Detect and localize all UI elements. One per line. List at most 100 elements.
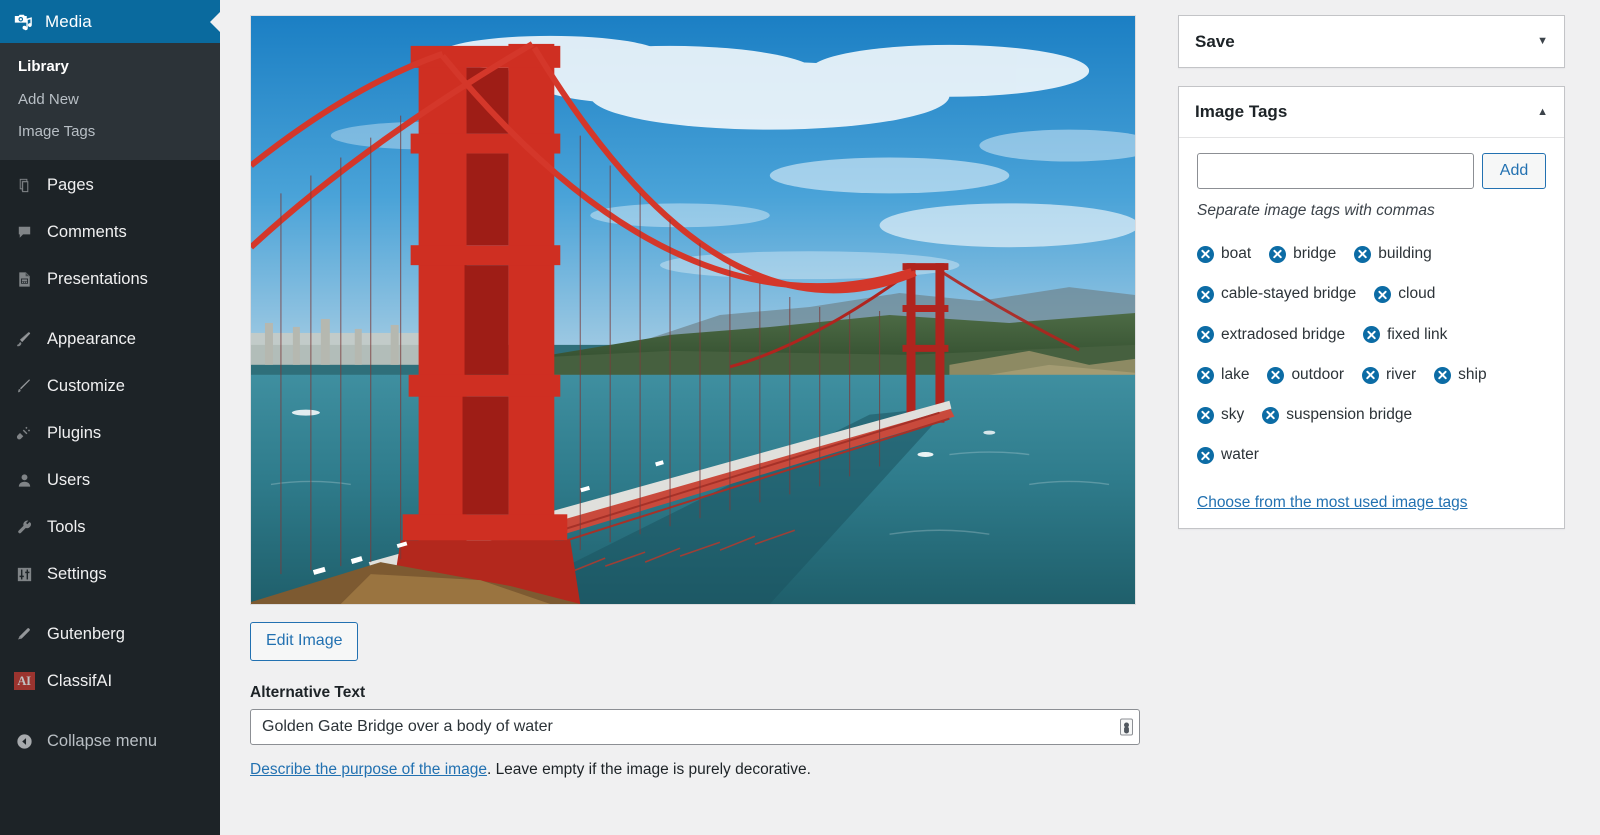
tag-item[interactable]: fixed link xyxy=(1363,315,1447,355)
chevron-down-icon[interactable]: ▼ xyxy=(1537,36,1548,47)
sidebar-header-media[interactable]: Media xyxy=(0,0,221,43)
tag-list: boat bridge building cable-stayed bridge clo… xyxy=(1197,234,1546,476)
remove-tag-icon[interactable] xyxy=(1374,285,1392,303)
sidebar-item-users[interactable]: Users xyxy=(0,457,220,504)
tag-label: bridge xyxy=(1293,245,1337,262)
sidebar-item-plugins[interactable]: Plugins xyxy=(0,410,220,457)
alternative-text-help-rest: . Leave empty if the image is purely dec… xyxy=(486,760,811,778)
tag-item[interactable]: bridge xyxy=(1269,234,1336,274)
save-panel-title: Save xyxy=(1195,31,1235,51)
tag-item[interactable]: river xyxy=(1362,355,1416,395)
sidebar-item-image-tags[interactable]: Image Tags xyxy=(0,116,220,149)
pencil-icon xyxy=(12,622,36,646)
tag-label: sky xyxy=(1221,406,1245,424)
collapse-left-arrow-icon xyxy=(12,729,36,753)
tag-item[interactable]: extradosed bridge xyxy=(1197,315,1345,355)
save-panel-header[interactable]: Save ▼ xyxy=(1179,16,1564,67)
presentation-document-icon xyxy=(12,267,36,291)
sidebar-item-label: Comments xyxy=(47,222,127,241)
image-tags-panel-title: Image Tags xyxy=(1195,102,1288,121)
tag-label: river xyxy=(1386,365,1417,383)
tag-item[interactable]: cloud xyxy=(1374,274,1435,314)
edit-image-button[interactable]: Edit Image xyxy=(250,622,359,661)
comment-bubble-icon xyxy=(12,220,36,244)
main-content: Edit Image Alternative Text Describe the… xyxy=(220,0,1600,835)
tag-label: cable-stayed bridge xyxy=(1221,285,1357,303)
sidebar-item-label: Plugins xyxy=(47,423,102,442)
remove-tag-icon[interactable] xyxy=(1434,366,1452,384)
choose-most-used-tags-link[interactable]: Choose from the most used image tags xyxy=(1197,494,1468,512)
sidebar-item-label: Customize xyxy=(47,376,125,395)
tag-item[interactable]: lake xyxy=(1197,355,1249,395)
collapse-menu-button[interactable]: Collapse menu xyxy=(0,718,220,765)
tag-label: lake xyxy=(1221,365,1250,383)
sidebar-item-settings[interactable]: Settings xyxy=(0,551,220,598)
menu-divider xyxy=(0,705,220,718)
sidebar-item-classifai[interactable]: AI ClassifAI xyxy=(0,658,220,705)
sidebar-item-tools[interactable]: Tools xyxy=(0,504,220,551)
tag-label: ship xyxy=(1458,365,1487,383)
remove-tag-icon[interactable] xyxy=(1197,406,1214,424)
tag-label: suspension bridge xyxy=(1286,406,1413,424)
tag-hint-text: Separate image tags with commas xyxy=(1197,202,1435,219)
remove-tag-icon[interactable] xyxy=(1363,326,1381,344)
remove-tag-icon[interactable] xyxy=(1197,326,1214,344)
sidebar-item-presentations[interactable]: Presentations xyxy=(0,256,220,303)
remove-tag-icon[interactable] xyxy=(1197,447,1214,465)
tag-item[interactable]: building xyxy=(1354,234,1432,274)
alternative-text-input[interactable] xyxy=(250,708,1140,745)
tag-item[interactable]: suspension bridge xyxy=(1262,395,1412,435)
admin-sidebar: Media Library Add New Image Tags Pages C… xyxy=(0,0,221,835)
chevron-up-icon[interactable]: ▲ xyxy=(1537,106,1548,118)
admin-menu-list: Pages Comments Presentations Appearance … xyxy=(0,160,220,765)
sidebar-item-label: Settings xyxy=(47,564,107,583)
describe-purpose-link[interactable]: Describe the purpose of the image xyxy=(250,761,487,778)
tag-item[interactable]: outdoor xyxy=(1267,355,1344,395)
resize-handle-icon[interactable] xyxy=(1120,718,1133,736)
image-tags-panel-body: Add Separate image tags with commas boat… xyxy=(1179,138,1564,528)
remove-tag-icon[interactable] xyxy=(1269,245,1287,263)
attachment-details-column: Edit Image Alternative Text Describe the… xyxy=(250,15,1140,779)
remove-tag-icon[interactable] xyxy=(1197,285,1214,303)
alternative-text-label: Alternative Text xyxy=(250,683,366,701)
image-tags-panel: Image Tags ▲ Add Separate image tags wit… xyxy=(1178,86,1565,529)
tag-label: water xyxy=(1221,446,1259,464)
sidebar-item-appearance[interactable]: Appearance xyxy=(0,316,220,363)
paint-brush-icon xyxy=(12,327,36,351)
remove-tag-icon[interactable] xyxy=(1197,366,1214,384)
sidebar-item-library[interactable]: Library xyxy=(0,51,220,84)
new-tag-input[interactable] xyxy=(1197,153,1474,189)
tag-item[interactable]: cable-stayed bridge xyxy=(1197,274,1356,314)
sidebar-item-label: Appearance xyxy=(47,329,136,348)
sidebar-item-pages[interactable]: Pages xyxy=(0,162,220,209)
remove-tag-icon[interactable] xyxy=(1267,366,1285,384)
attachment-preview-image[interactable] xyxy=(250,15,1136,605)
remove-tag-icon[interactable] xyxy=(1197,245,1214,263)
alternative-text-help: Describe the purpose of the image. Leave… xyxy=(250,761,1140,779)
tag-item[interactable]: sky xyxy=(1197,395,1244,435)
sidebar-item-label: Presentations xyxy=(47,269,148,288)
ai-badge-text: AI xyxy=(13,672,35,690)
menu-divider xyxy=(0,303,220,316)
tag-item[interactable]: boat xyxy=(1197,234,1251,274)
sidebar-item-gutenberg[interactable]: Gutenberg xyxy=(0,611,220,658)
tag-label: fixed link xyxy=(1387,325,1448,343)
tag-item[interactable]: water xyxy=(1197,435,1259,475)
collapse-menu-label: Collapse menu xyxy=(47,731,158,750)
sidebar-item-label: Users xyxy=(47,470,91,489)
add-tag-button[interactable]: Add xyxy=(1482,153,1546,189)
menu-divider xyxy=(0,598,220,611)
sidebar-item-add-new[interactable]: Add New xyxy=(0,84,220,117)
tag-label: boat xyxy=(1221,245,1252,262)
sidebar-item-comments[interactable]: Comments xyxy=(0,209,220,256)
sidebar-item-label: Gutenberg xyxy=(47,624,125,643)
remove-tag-icon[interactable] xyxy=(1262,406,1280,424)
pages-icon xyxy=(12,173,36,197)
remove-tag-icon[interactable] xyxy=(1362,366,1380,384)
plug-icon xyxy=(12,421,36,445)
tag-item[interactable]: ship xyxy=(1434,355,1487,395)
sidebar-item-customize[interactable]: Customize xyxy=(0,363,220,410)
user-icon xyxy=(12,468,36,492)
image-tags-panel-header[interactable]: Image Tags ▲ xyxy=(1179,87,1564,138)
remove-tag-icon[interactable] xyxy=(1354,245,1372,263)
